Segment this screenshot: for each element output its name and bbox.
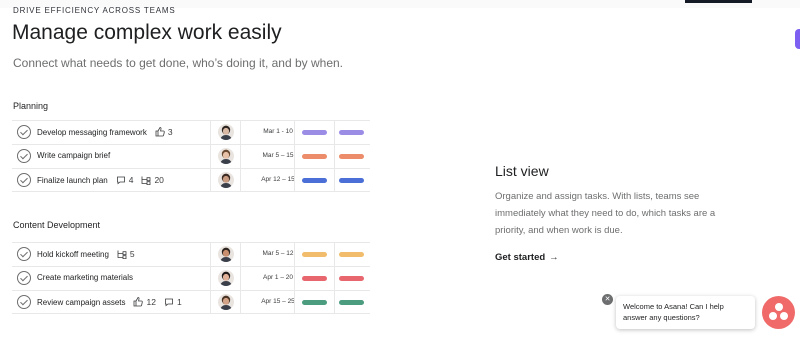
task-title: Develop messaging framework [37,127,147,137]
task-title: Review campaign assets [37,297,126,307]
table-row[interactable]: Write campaign brief Mar 5 – 15 [12,144,370,169]
subtask-icon [117,249,127,259]
get-started-link[interactable]: Get started → [495,252,559,263]
complete-task-checkbox[interactable] [17,247,31,261]
chat-close-icon[interactable]: ✕ [602,294,613,305]
priority-pill [339,178,364,183]
avatar[interactable] [218,148,234,164]
task-meta: 20 [141,175,164,185]
thumbs-up-icon [155,127,165,137]
header-nav-indicator [685,0,752,3]
task-meta-count: 1 [176,297,182,307]
avatar[interactable] [218,246,234,262]
table-row[interactable]: Develop messaging framework 3 Mar 1 - 10 [12,120,370,145]
priority-pill [339,300,364,305]
task-meta-count: 3 [167,127,173,137]
table-row[interactable]: Hold kickoff meeting 5 Mar 5 – 12 [12,242,370,267]
task-meta-count: 4 [128,175,134,185]
task-meta: 4 [116,175,134,185]
task-name: Create marketing materials [37,273,133,282]
status-pill [302,300,327,305]
table-row[interactable]: Finalize launch plan 4 20 Apr 12 – 15 [12,168,370,192]
task-meta: 12 [133,297,156,307]
status-pill [302,178,327,183]
task-title: Write campaign brief [37,151,111,160]
complete-task-checkbox[interactable] [17,295,31,309]
task-meta-count: 20 [154,175,164,185]
task-meta-count: 12 [146,297,156,307]
task-meta-count: 5 [129,249,135,259]
asana-logo-icon [774,303,783,311]
task-name: Review campaign assets 12 1 [37,297,182,307]
get-started-label: Get started [495,252,546,263]
chat-welcome-bubble[interactable]: Welcome to Asana! Can I help answer any … [616,296,755,329]
task-title: Create marketing materials [37,273,134,282]
chat-launcher-button[interactable] [762,296,795,329]
priority-pill [339,276,364,281]
page-title: Manage complex work easily [12,21,282,44]
avatar[interactable] [218,124,234,140]
status-pill [302,130,327,135]
priority-pill [339,154,364,159]
priority-pill [339,252,364,257]
thumbs-up-icon [133,297,144,307]
section-title-content-development: Content Development [13,220,101,230]
list-view-description: Organize and assign tasks. With lists, t… [495,191,716,236]
eyebrow-label: DRIVE EFFICIENCY ACROSS TEAMS [13,6,176,15]
arrow-right-icon: → [549,252,559,263]
complete-task-checkbox[interactable] [17,125,31,139]
section-title-planning: Planning [13,101,49,111]
complete-task-checkbox[interactable] [17,173,31,187]
complete-task-checkbox[interactable] [17,271,31,285]
side-feedback-tab[interactable] [795,29,800,49]
task-meta: 1 [164,297,182,307]
status-pill [302,276,327,281]
status-pill [302,252,327,257]
task-title: Finalize launch plan [37,175,108,185]
task-table-planning: Develop messaging framework 3 Mar 1 - 10 Wr… [12,120,370,192]
task-name: Finalize launch plan 4 20 [37,175,164,185]
list-view-title: List view [495,163,549,179]
task-title: Hold kickoff meeting [37,249,109,259]
task-table-content-development: Hold kickoff meeting 5 Mar 5 – 12 Create ma… [12,242,370,314]
comment-icon [164,297,174,307]
task-name: Develop messaging framework 3 [37,127,173,137]
avatar[interactable] [218,270,234,286]
subtask-icon [141,175,151,185]
avatar[interactable] [218,294,234,310]
page-subtitle: Connect what needs to get done, who’s do… [13,56,344,70]
task-meta: 3 [155,127,173,137]
chat-welcome-message: Welcome to Asana! Can I help answer any … [623,302,724,322]
table-row[interactable]: Create marketing materials Apr 1 – 20 [12,266,370,291]
priority-pill [339,130,364,135]
comment-icon [116,175,126,185]
table-row[interactable]: Review campaign assets 12 1 Apr 15 – 25 [12,290,370,314]
task-name: Hold kickoff meeting 5 [37,249,135,259]
avatar[interactable] [218,172,234,188]
task-name: Write campaign brief [37,151,110,160]
complete-task-checkbox[interactable] [17,149,31,163]
task-meta: 5 [117,249,135,259]
status-pill [302,154,327,159]
